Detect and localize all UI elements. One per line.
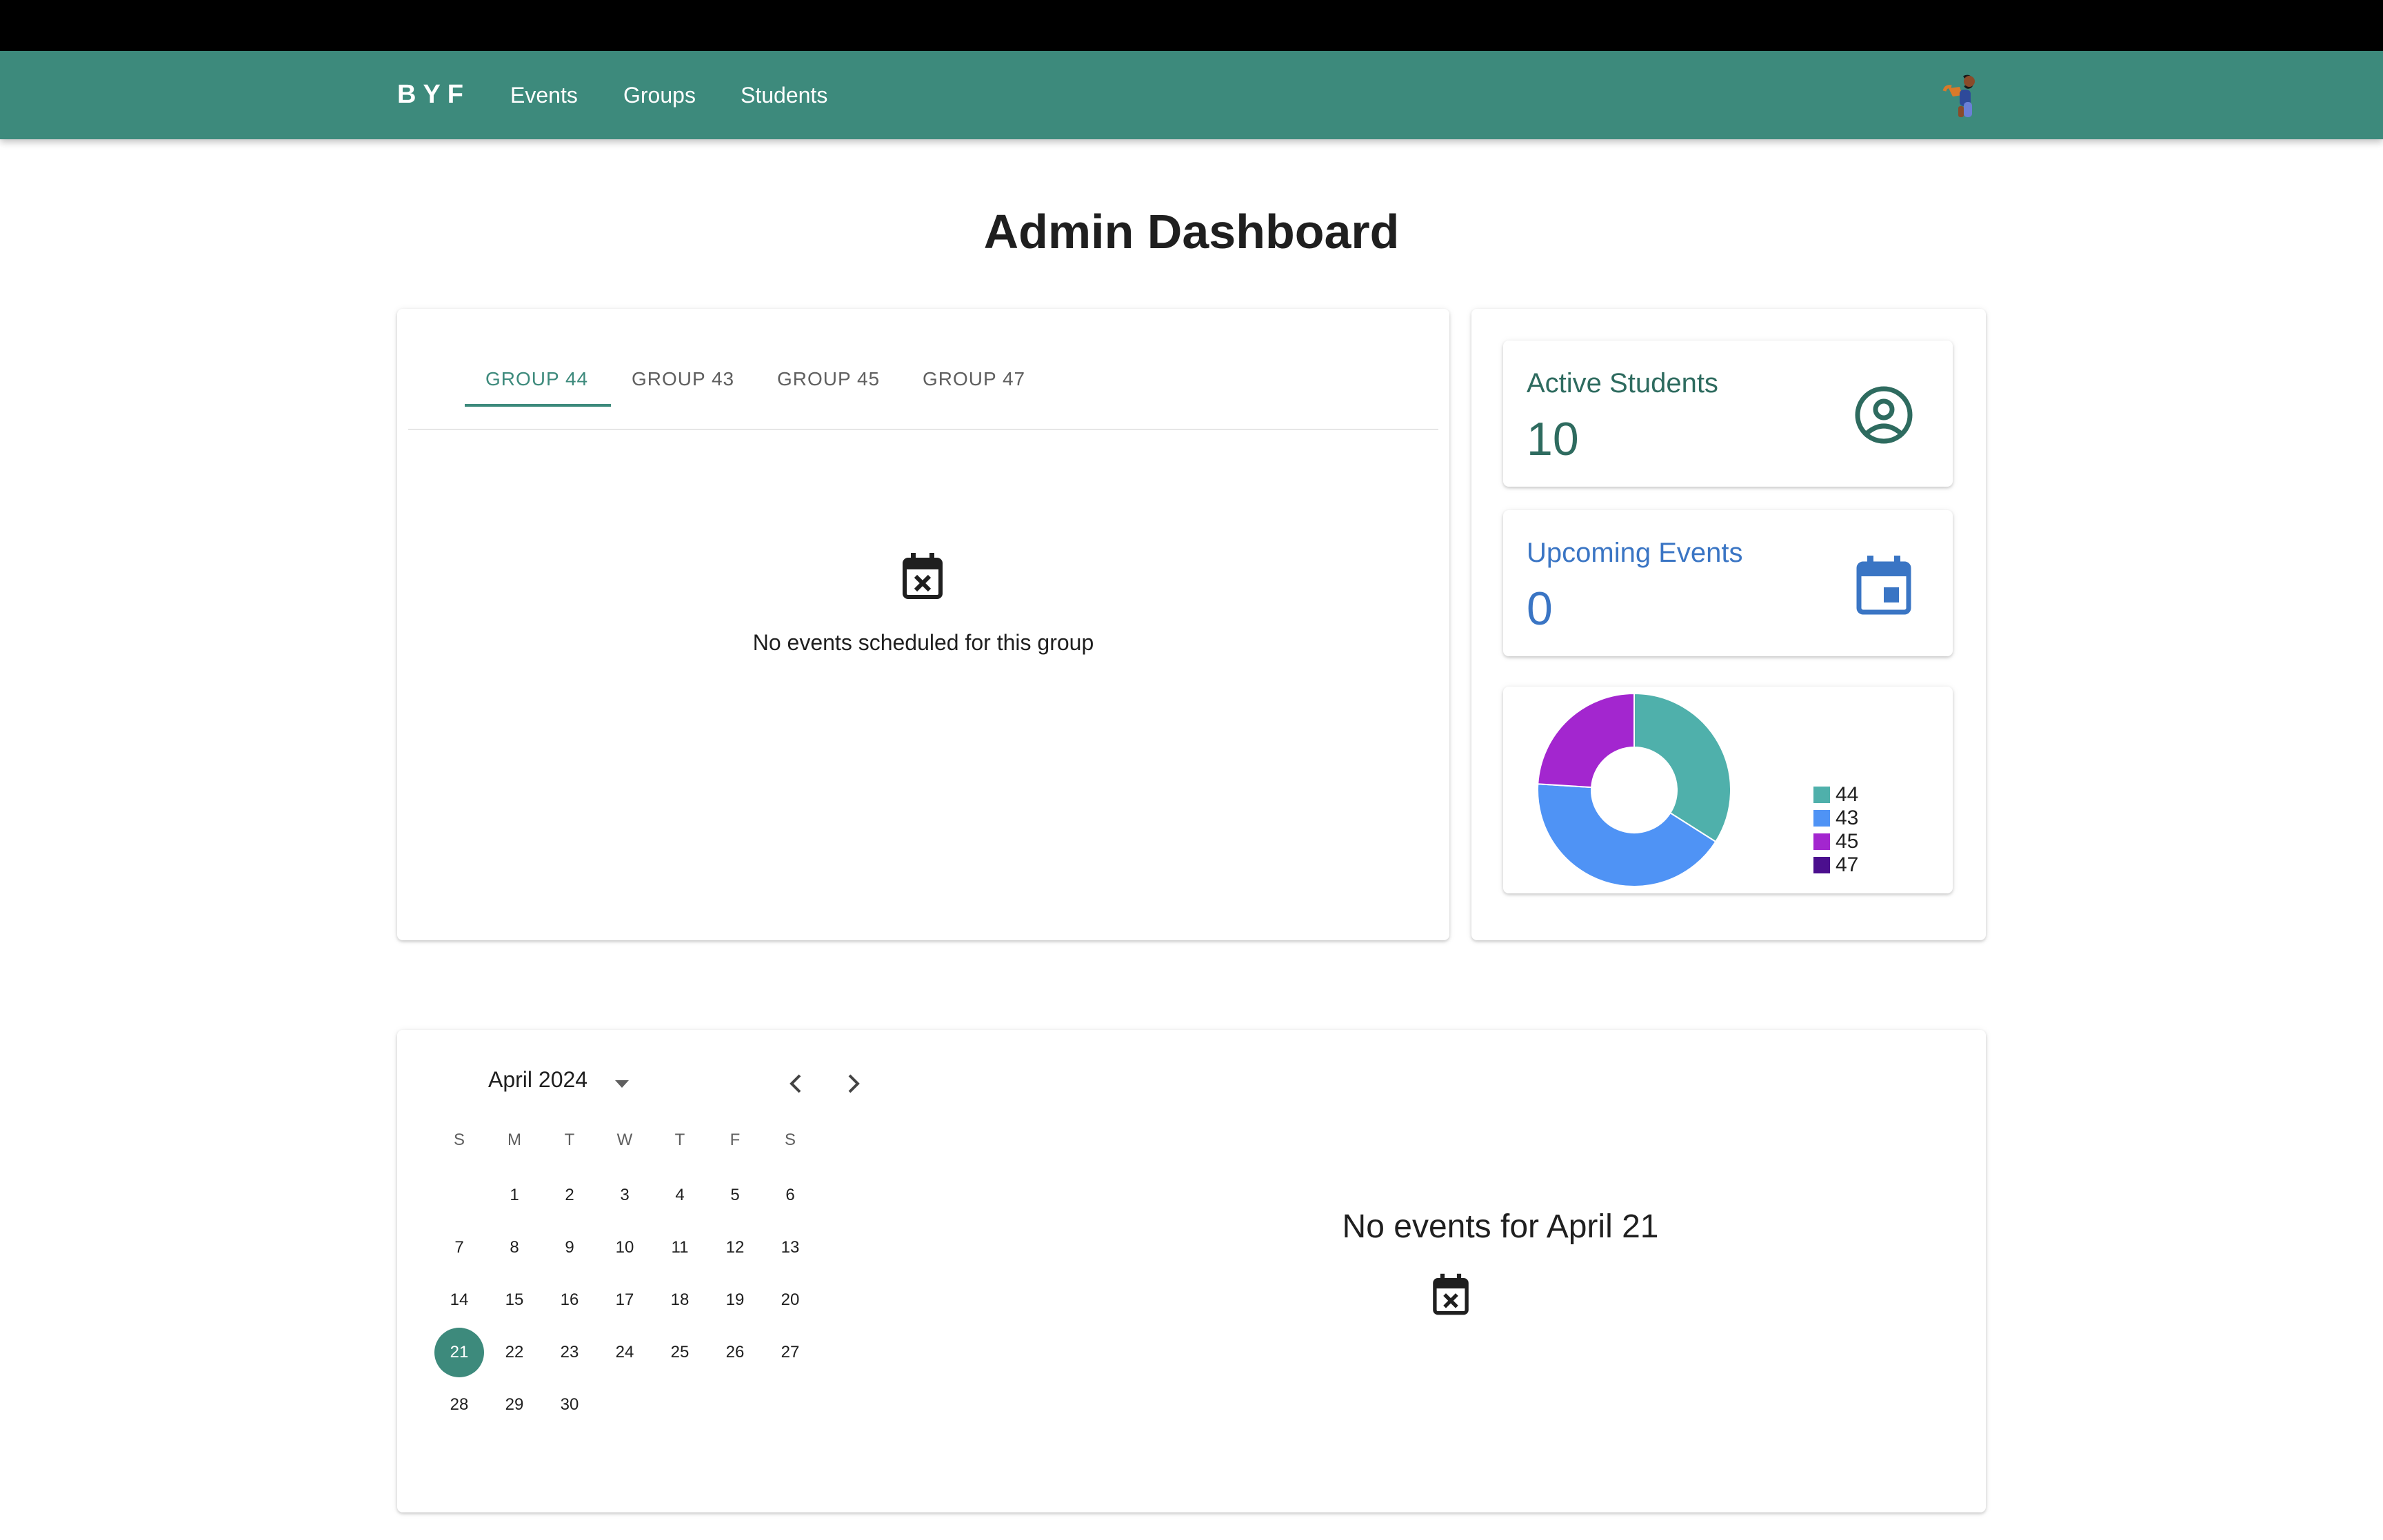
top-navigation-bar: BYF Events Groups Students [0, 51, 2383, 139]
calendar-day[interactable]: 17 [600, 1275, 650, 1325]
calendar-day[interactable]: 10 [600, 1223, 650, 1273]
calendar-day[interactable]: 28 [434, 1380, 484, 1430]
legend-item-43: 43 [1813, 807, 1858, 830]
calendar-day[interactable]: 4 [655, 1171, 705, 1220]
brand-logo[interactable]: BYF [397, 80, 470, 110]
legend-item-44: 44 [1813, 783, 1858, 807]
calendar-day[interactable]: 22 [490, 1328, 539, 1377]
chevron-right-icon[interactable] [832, 1063, 873, 1104]
legend-swatch [1813, 857, 1830, 873]
calendar-day[interactable]: 14 [434, 1275, 484, 1325]
active-students-label: Active Students [1527, 368, 1718, 398]
calendar-day[interactable]: 19 [710, 1275, 760, 1325]
calendar-day[interactable]: 11 [655, 1223, 705, 1273]
arrow-drop-down-icon[interactable] [608, 1070, 636, 1097]
tab-group-44[interactable]: GROUP 44 [485, 368, 588, 390]
calendar-day[interactable]: 18 [655, 1275, 705, 1325]
legend-item-45: 45 [1813, 830, 1858, 853]
calendar-day[interactable]: 26 [710, 1328, 760, 1377]
calendar-weekday-label: S [453, 1131, 465, 1149]
calendar-day[interactable]: 15 [490, 1275, 539, 1325]
calendar-weekday-label: M [507, 1131, 521, 1149]
calendar-day[interactable]: 27 [765, 1328, 815, 1377]
calendar-empty-message: No events for April 21 [1342, 1208, 1659, 1245]
upcoming-events-label: Upcoming Events [1527, 538, 1743, 568]
calendar-day[interactable]: 13 [765, 1223, 815, 1273]
calendar-day[interactable]: 6 [765, 1171, 815, 1220]
calendar-weekday-label: W [616, 1131, 633, 1149]
legend-item-47: 47 [1813, 853, 1858, 877]
event-busy-icon [901, 551, 945, 601]
legend-label: 44 [1836, 783, 1859, 806]
calendar-day[interactable]: 1 [490, 1171, 539, 1220]
nav-link-groups[interactable]: Groups [623, 83, 696, 108]
tab-group-45[interactable]: GROUP 45 [777, 368, 880, 390]
event-busy-icon [1430, 1273, 1471, 1317]
tab-divider [408, 429, 1438, 430]
chevron-left-icon[interactable] [776, 1063, 818, 1104]
calendar-day[interactable]: 23 [545, 1328, 594, 1377]
user-avatar-icon[interactable] [1939, 72, 1984, 120]
calendar-weekday-label: T [564, 1131, 575, 1149]
tab-group-47[interactable]: GROUP 47 [923, 368, 1025, 390]
pie-slice-45[interactable] [1537, 692, 1635, 789]
tab-group-43[interactable]: GROUP 43 [632, 368, 734, 390]
calendar-day[interactable]: 12 [710, 1223, 760, 1273]
calendar-day[interactable]: 9 [545, 1223, 594, 1273]
calendar-day[interactable]: 8 [490, 1223, 539, 1273]
group-distribution-chart [1537, 692, 1731, 887]
legend-swatch [1813, 787, 1830, 803]
calendar-weekday-label: F [730, 1131, 741, 1149]
active-tab-indicator [465, 404, 611, 407]
calendar-day[interactable]: 29 [490, 1380, 539, 1430]
calendar-day[interactable]: 3 [600, 1171, 650, 1220]
active-students-card: Active Students 10 [1503, 341, 1953, 487]
legend-label: 47 [1836, 853, 1859, 876]
group-events-card: GROUP 44 GROUP 43 GROUP 45 GROUP 47 No e… [397, 309, 1449, 940]
calendar-day[interactable]: 20 [765, 1275, 815, 1325]
calendar-month-label[interactable]: April 2024 [488, 1067, 587, 1093]
calendar-day[interactable]: 21 [434, 1328, 484, 1377]
legend-swatch [1813, 810, 1830, 827]
calendar-day[interactable]: 5 [710, 1171, 760, 1220]
legend-swatch [1813, 833, 1830, 850]
calendar-day[interactable]: 16 [545, 1275, 594, 1325]
nav-link-students[interactable]: Students [741, 83, 827, 108]
calendar-day[interactable]: 7 [434, 1223, 484, 1273]
calendar-card: April 2024 SMTWTFS 1 2 3 4 5 6 7 8 9 10 11 12 13 14 15… [397, 1030, 1986, 1512]
event-icon [1851, 551, 1917, 618]
pie-slice-44[interactable] [1633, 692, 1731, 843]
page-title: Admin Dashboard [983, 205, 1400, 259]
group-empty-message: No events scheduled for this group [752, 630, 1094, 655]
active-students-value: 10 [1527, 413, 1579, 465]
calendar-weekday-label: T [674, 1131, 685, 1149]
legend-label: 43 [1836, 807, 1859, 829]
calendar-day[interactable]: 25 [655, 1328, 705, 1377]
calendar-day[interactable]: 2 [545, 1171, 594, 1220]
legend-label: 45 [1836, 830, 1859, 853]
upcoming-events-value: 0 [1527, 582, 1553, 635]
upcoming-events-card: Upcoming Events 0 [1503, 510, 1953, 656]
calendar-day[interactable]: 30 [545, 1380, 594, 1430]
top-black-strip [0, 0, 2383, 51]
account-circle-icon [1851, 382, 1917, 448]
nav-link-events[interactable]: Events [510, 83, 578, 108]
stats-panel: Active Students 10 Upcoming Events 0 44 4… [1471, 309, 1986, 940]
calendar-weekday-label: S [784, 1131, 796, 1149]
calendar-day[interactable]: 24 [600, 1328, 650, 1377]
group-distribution-chart-card: 44 43 45 47 [1503, 687, 1953, 893]
